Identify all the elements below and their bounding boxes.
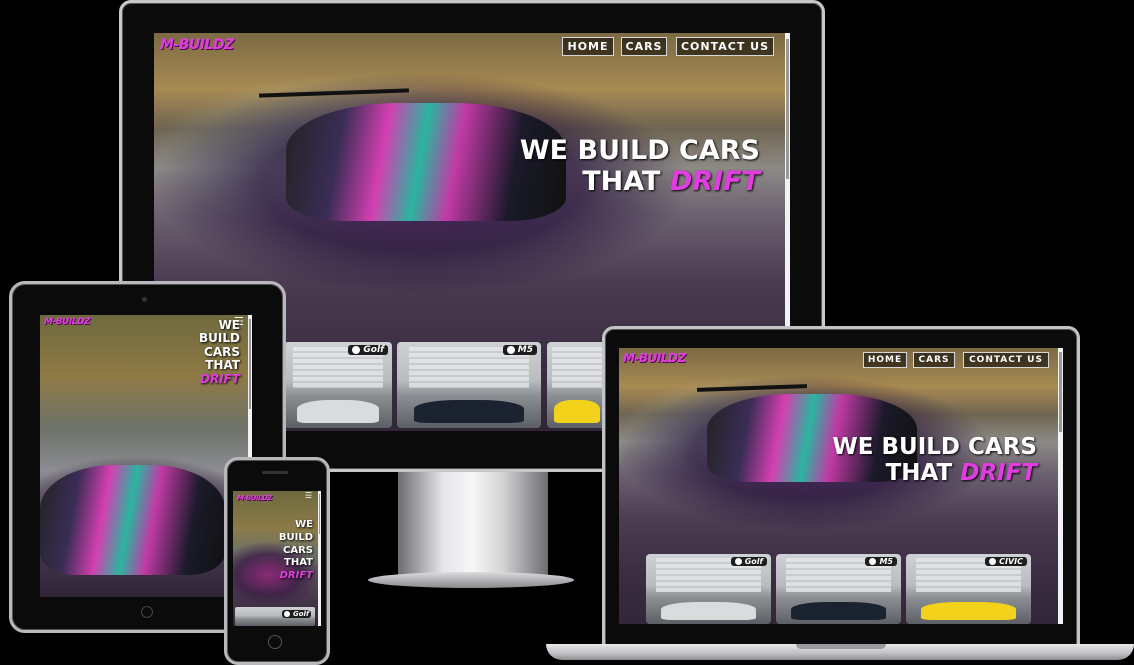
- monitor-stand-base: [368, 572, 574, 588]
- vw-logo-icon: [284, 611, 290, 617]
- brand-logo[interactable]: M-BUILDZ: [44, 317, 90, 327]
- car-card-m5[interactable]: M5: [397, 342, 541, 428]
- car-spoiler: [258, 88, 410, 98]
- nav-cars-button[interactable]: CARS: [913, 352, 955, 368]
- hero-line-1: WE BUILD CARS: [519, 135, 760, 166]
- hero-heading: WE BUILD CARS THAT DRIFT: [278, 519, 313, 582]
- nav-contact-button[interactable]: CONTACT US: [963, 352, 1049, 368]
- hamburger-menu-icon[interactable]: ☰: [305, 491, 312, 500]
- bmw-logo-icon: [869, 558, 877, 565]
- nav-contact-button[interactable]: CONTACT US: [676, 37, 774, 56]
- car-card-m5[interactable]: M5: [776, 554, 901, 624]
- brand-logo[interactable]: M-BUILDZ: [237, 494, 272, 502]
- laptop-screen: M-BUILDZ HOME CARS CONTACT US WE BUILD C…: [619, 348, 1063, 624]
- car-card-golf[interactable]: Golf: [646, 554, 771, 624]
- hero-heading: WE BUILD CARS THAT DRIFT: [520, 135, 760, 197]
- vw-logo-icon: [734, 558, 742, 565]
- hero-accent-drift: DRIFT: [279, 570, 313, 582]
- hero-accent-drift: DRIFT: [199, 371, 240, 386]
- laptop-scrollbar[interactable]: [1058, 348, 1063, 624]
- nav-home-button[interactable]: HOME: [562, 37, 614, 56]
- phone-speaker: [262, 471, 288, 474]
- phone-scrollbar[interactable]: [318, 491, 321, 626]
- phone-screen: M-BUILDZ ☰ WE BUILD CARS THAT DRIFT Golf: [233, 491, 321, 626]
- vw-logo-icon: [352, 345, 361, 354]
- bmw-logo-icon: [506, 345, 515, 354]
- nav-home-button[interactable]: HOME: [863, 352, 907, 368]
- tablet-camera: [142, 297, 147, 302]
- car-spoiler: [696, 384, 808, 392]
- hero-accent-drift: DRIFT: [960, 460, 1037, 487]
- hero-accent-drift: DRIFT: [669, 166, 760, 198]
- tablet-home-button[interactable]: [141, 606, 153, 618]
- car-card-civic[interactable]: CIVIC: [906, 554, 1031, 624]
- hero-line-1: WE BUILD CARS: [832, 434, 1037, 460]
- car-card-golf[interactable]: Golf: [284, 342, 392, 428]
- honda-logo-icon: [989, 558, 997, 565]
- car-card-golf[interactable]: Golf: [235, 607, 315, 626]
- monitor-stand-neck: [398, 468, 548, 578]
- hero-line-2: THAT DRIFT: [885, 460, 1037, 487]
- tablet-screen: M-BUILDZ ☰ WE BUILD CARS THAT DRIFT: [40, 315, 252, 597]
- hero-heading: WE BUILD CARS THAT DRIFT: [199, 318, 240, 386]
- car-card-civic[interactable]: [547, 342, 607, 428]
- nav-cars-button[interactable]: CARS: [621, 37, 667, 56]
- hero-line-2: THAT DRIFT: [582, 166, 760, 198]
- desktop-scrollbar[interactable]: [785, 33, 790, 333]
- laptop-hinge-notch: [796, 644, 886, 649]
- brand-logo[interactable]: M-BUILDZ: [623, 351, 686, 365]
- drift-car-image: [40, 465, 225, 575]
- phone-home-button[interactable]: [268, 635, 282, 649]
- hero-heading: WE BUILD CARS THAT DRIFT: [832, 434, 1037, 487]
- brand-logo[interactable]: M-BUILDZ: [160, 37, 234, 53]
